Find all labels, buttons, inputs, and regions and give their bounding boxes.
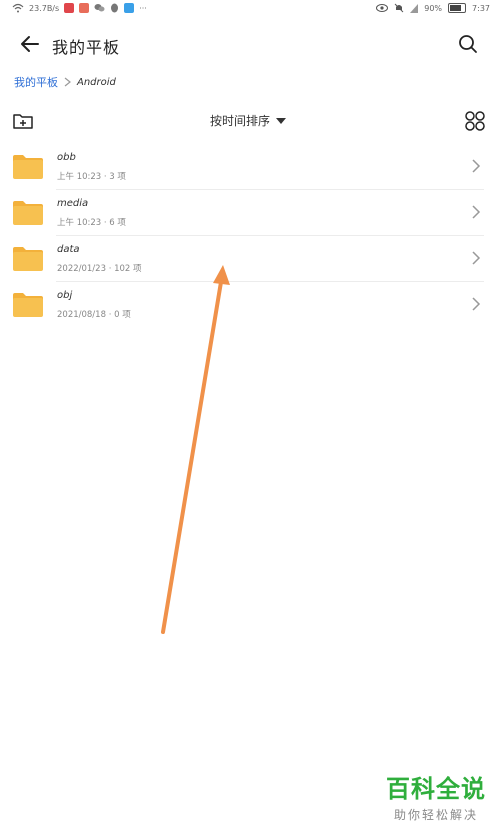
app-notification-icon (64, 3, 75, 13)
qq-icon (111, 3, 119, 13)
sort-label: 按时间排序 (210, 114, 271, 128)
breadcrumb-root[interactable]: 我的平板 (14, 74, 58, 90)
status-bar-left: 23.7B/s ··· (12, 3, 147, 13)
wechat-icon (94, 4, 105, 12)
breadcrumb: 我的平板 Android (14, 74, 116, 90)
folder-icon (13, 201, 43, 225)
chevron-right-icon (472, 159, 481, 173)
new-folder-icon (13, 114, 33, 129)
new-folder-button[interactable] (12, 110, 34, 132)
mute-bell-icon (394, 3, 404, 13)
back-button[interactable] (18, 32, 42, 56)
file-name: media (57, 198, 89, 209)
folder-icon (13, 293, 43, 317)
file-meta: 上午 10:23 · 3 项 (57, 172, 126, 182)
breadcrumb-current: Android (77, 76, 116, 88)
watermark-subtitle: 助你轻松解决 (393, 808, 478, 822)
grid-view-button[interactable] (464, 110, 486, 132)
chevron-right-icon (472, 251, 481, 265)
file-list: obb 上午 10:23 · 3 项 media 上午 10:23 · 6 项 … (0, 144, 500, 328)
battery-percent: 90% (424, 3, 443, 13)
watermark-title: 百科全说 (386, 775, 486, 803)
watermark: 百科全说 助你轻松解决 (386, 769, 486, 823)
battery-icon (448, 3, 467, 13)
sort-dropdown[interactable]: 按时间排序 (210, 112, 287, 129)
file-name: obb (57, 152, 76, 163)
folder-icon (13, 247, 43, 271)
file-meta: 2022/01/23 · 102 项 (57, 264, 142, 274)
folder-row-obj[interactable]: obj 2021/08/18 · 0 项 (0, 282, 500, 328)
caret-down-icon (276, 117, 287, 124)
clock: 7:37 (472, 3, 490, 13)
folder-row-data[interactable]: data 2022/01/23 · 102 项 (0, 236, 500, 282)
signal-icon (410, 3, 419, 13)
page-title: 我的平板 (52, 38, 121, 57)
file-name: data (57, 244, 80, 255)
wifi-icon (12, 3, 24, 13)
grid-view-icon (465, 111, 485, 131)
file-meta: 2021/08/18 · 0 项 (57, 310, 131, 320)
file-name: obj (57, 290, 73, 301)
app-notification-icon (79, 3, 90, 13)
search-icon (459, 35, 477, 53)
folder-icon (13, 155, 43, 179)
title-bar: 我的平板 (0, 26, 500, 62)
more-notifications: ··· (139, 3, 147, 13)
eye-icon (376, 4, 389, 12)
file-meta: 上午 10:23 · 6 项 (57, 218, 126, 228)
back-arrow-icon (21, 36, 39, 52)
status-bar: 23.7B/s ··· 90% 7:37 (0, 0, 500, 20)
folder-row-media[interactable]: media 上午 10:23 · 6 项 (0, 190, 500, 236)
chevron-right-icon (472, 297, 481, 311)
app-notification-icon (124, 3, 135, 13)
search-button[interactable] (456, 32, 480, 56)
toolbar: 按时间排序 (0, 108, 500, 134)
network-speed: 23.7B/s (29, 3, 60, 13)
status-bar-right: 90% 7:37 (376, 3, 490, 13)
folder-row-obb[interactable]: obb 上午 10:23 · 3 项 (0, 144, 500, 190)
chevron-right-icon (472, 205, 481, 219)
chevron-right-icon (64, 77, 71, 87)
